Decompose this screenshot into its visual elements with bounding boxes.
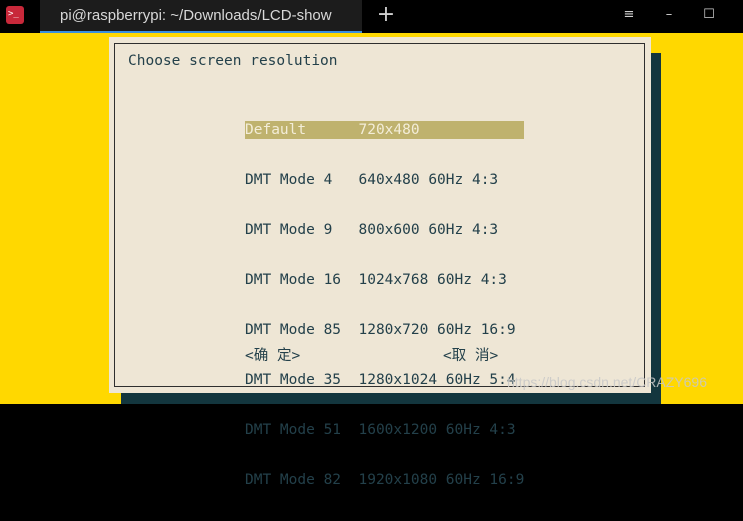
terminal-app-icon[interactable]: >_ [6, 6, 24, 24]
title-bar: >_ pi@raspberrypi: ~/Downloads/LCD-show … [0, 0, 743, 33]
menu-item-dmt-16[interactable]: DMT Mode 16 1024x768 60Hz 4:3 [245, 271, 524, 289]
tab-terminal[interactable]: pi@raspberrypi: ~/Downloads/LCD-show [40, 0, 362, 33]
resolution-menu: Default 720x480 DMT Mode 4 640x480 60Hz … [245, 89, 524, 521]
menu-item-default[interactable]: Default 720x480 [245, 121, 524, 139]
cancel-button[interactable]: <取 消> [443, 344, 498, 365]
menu-item-dmt-85[interactable]: DMT Mode 85 1280x720 60Hz 16:9 [245, 321, 524, 339]
minimize-icon[interactable]: – [654, 2, 684, 30]
tab-title: pi@raspberrypi: ~/Downloads/LCD-show [60, 7, 332, 24]
menu-item-dmt-82[interactable]: DMT Mode 82 1920x1080 60Hz 16:9 [245, 471, 524, 489]
watermark: https://blog.csdn.net/CRAZY696 [507, 374, 707, 390]
menu-item-dmt-35[interactable]: DMT Mode 35 1280x1024 60Hz 5:4 [245, 371, 524, 389]
ok-button[interactable]: <确 定> [245, 344, 300, 365]
menu-item-dmt-4[interactable]: DMT Mode 4 640x480 60Hz 4:3 [245, 171, 524, 189]
terminal-area[interactable]: Choose screen resolution Default 720x480… [0, 33, 743, 488]
menu-item-dmt-51[interactable]: DMT Mode 51 1600x1200 60Hz 4:3 [245, 421, 524, 439]
menu-icon[interactable]: ≡ [614, 2, 644, 30]
new-tab-icon[interactable]: + [372, 2, 400, 30]
resolution-dialog: Choose screen resolution Default 720x480… [109, 37, 651, 488]
maximize-icon[interactable]: ☐ [694, 2, 724, 30]
menu-item-dmt-9[interactable]: DMT Mode 9 800x600 60Hz 4:3 [245, 221, 524, 239]
dialog-title: Choose screen resolution [128, 53, 338, 69]
